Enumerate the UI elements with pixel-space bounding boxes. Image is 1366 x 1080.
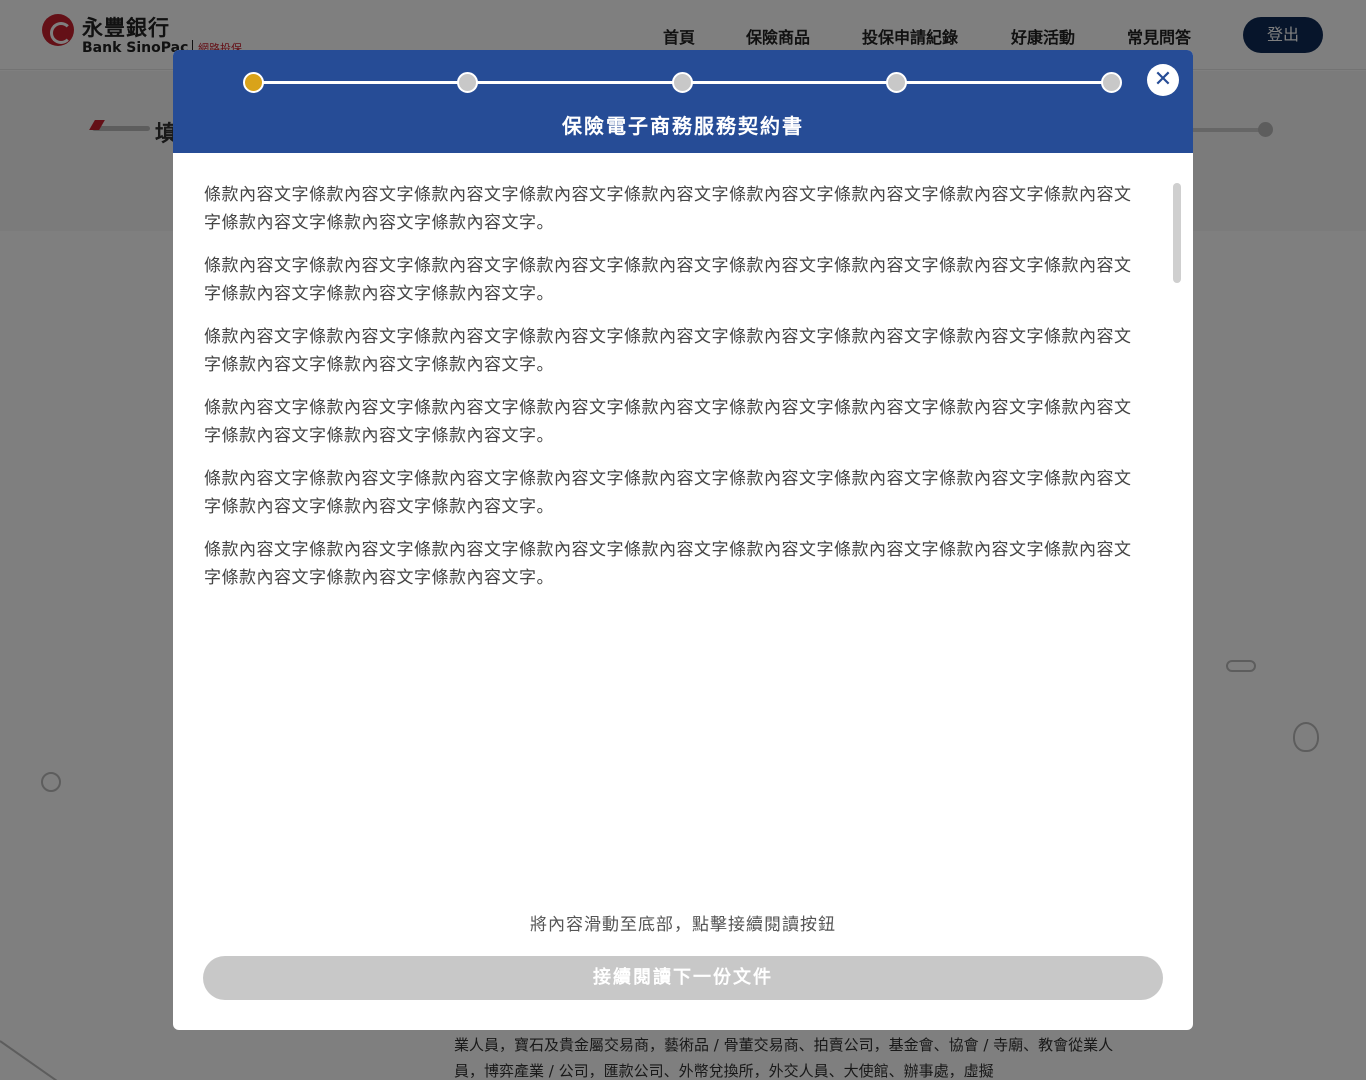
modal-header: ✕ 保險電子商務服務契約書 bbox=[173, 50, 1193, 153]
contract-paragraph: 條款內容文字條款內容文字條款內容文字條款內容文字條款內容文字條款內容文字條款內容… bbox=[204, 469, 1132, 517]
contract-paragraph: 條款內容文字條款內容文字條款內容文字條款內容文字條款內容文字條款內容文字條款內容… bbox=[204, 185, 1132, 233]
step-dot-5 bbox=[1101, 72, 1122, 93]
step-dot-1 bbox=[243, 72, 264, 93]
contract-paragraph: 條款內容文字條款內容文字條款內容文字條款內容文字條款內容文字條款內容文字條款內容… bbox=[204, 540, 1132, 588]
step-dot-4 bbox=[886, 72, 907, 93]
next-document-button[interactable]: 接續閱讀下一份文件 bbox=[203, 956, 1163, 1000]
scrollbar-thumb[interactable] bbox=[1173, 183, 1181, 283]
contract-paragraph: 條款內容文字條款內容文字條款內容文字條款內容文字條款內容文字條款內容文字條款內容… bbox=[204, 398, 1132, 446]
contract-paragraph: 條款內容文字條款內容文字條款內容文字條款內容文字條款內容文字條款內容文字條款內容… bbox=[204, 327, 1132, 375]
contract-content[interactable]: 條款內容文字條款內容文字條款內容文字條款內容文字條款內容文字條款內容文字條款內容… bbox=[204, 181, 1148, 891]
step-dot-3 bbox=[672, 72, 693, 93]
scroll-hint: 將內容滑動至底部，點擊接續閱讀按鈕 bbox=[530, 915, 836, 935]
contract-paragraph: 條款內容文字條款內容文字條款內容文字條款內容文字條款內容文字條款內容文字條款內容… bbox=[204, 256, 1132, 304]
step-dot-2 bbox=[457, 72, 478, 93]
modal-title: 保險電子商務服務契約書 bbox=[562, 114, 804, 138]
close-icon[interactable]: ✕ bbox=[1147, 64, 1179, 96]
content-scrollbar[interactable] bbox=[1173, 183, 1181, 883]
contract-modal: ✕ 保險電子商務服務契約書 條款內容文字條款內容文字條款內容文字條款內容文字條款… bbox=[173, 50, 1193, 1030]
